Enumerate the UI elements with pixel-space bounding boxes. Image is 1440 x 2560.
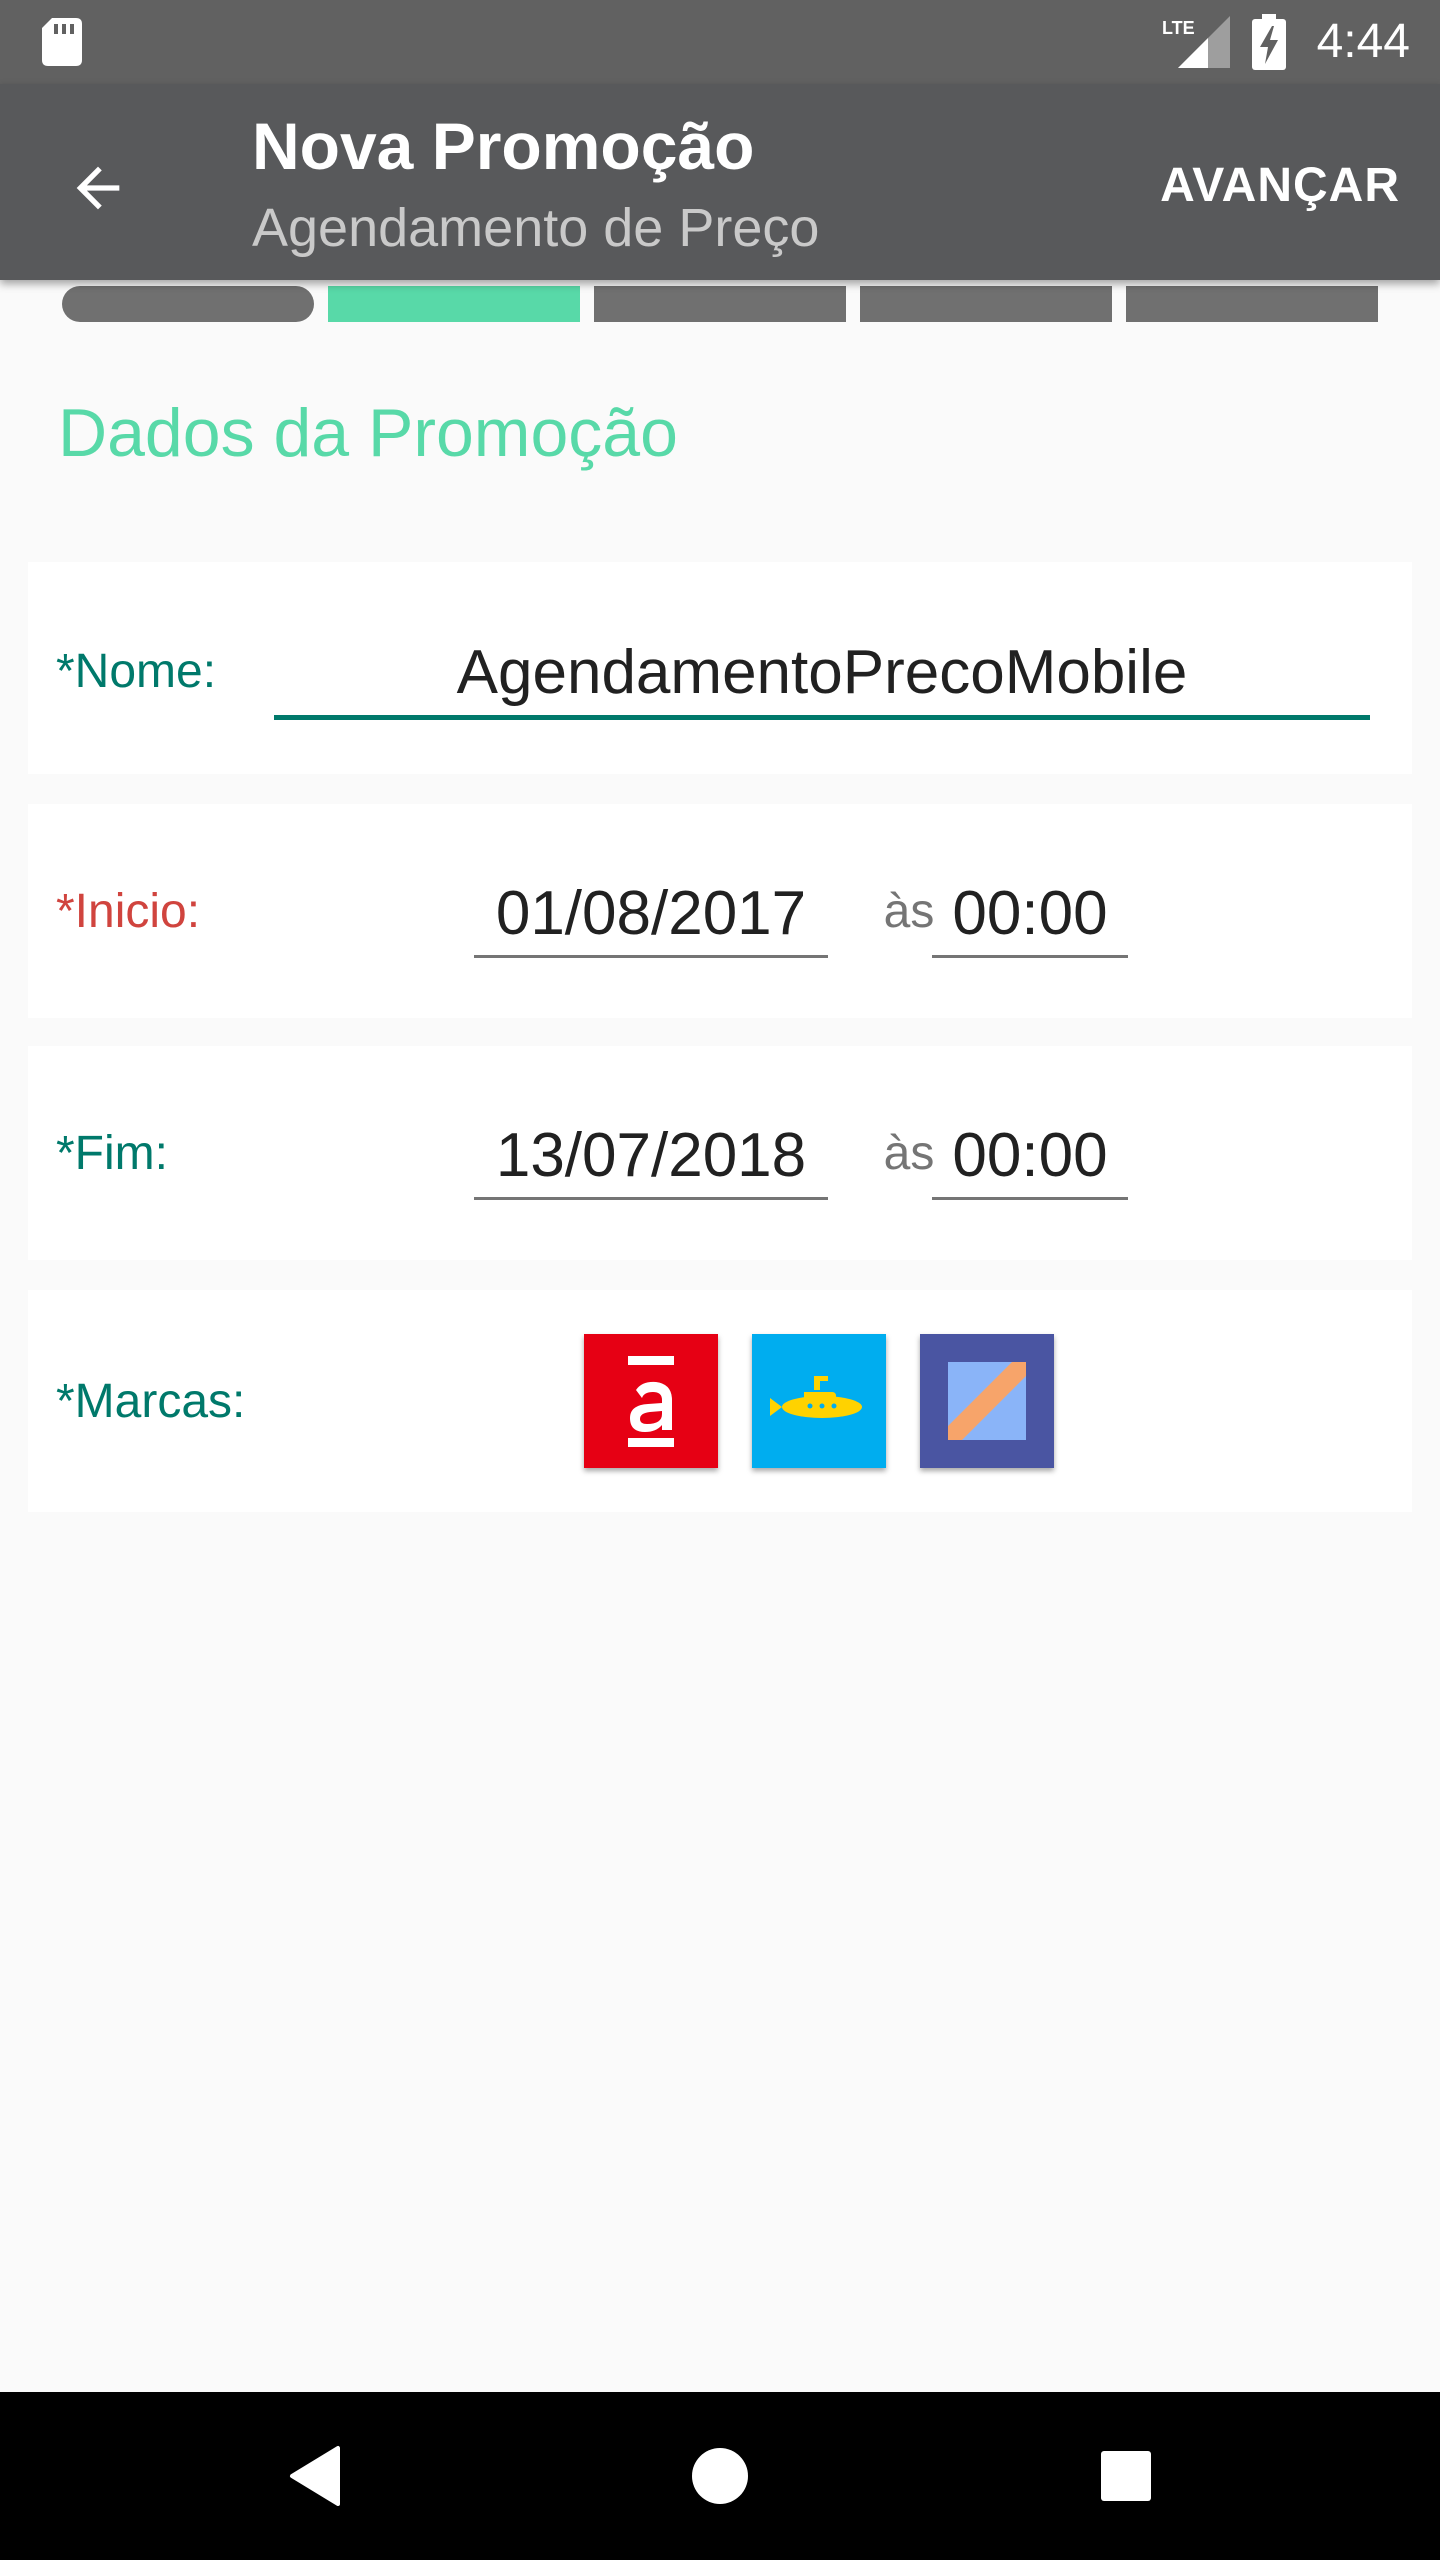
inicio-date-field[interactable]: 01/08/2017 bbox=[474, 872, 828, 958]
brand-shoptime-button[interactable] bbox=[920, 1334, 1054, 1468]
nav-recents-button[interactable] bbox=[1078, 2428, 1174, 2524]
nome-input[interactable] bbox=[274, 630, 1370, 720]
inicio-label: *Inicio: bbox=[56, 885, 201, 938]
app-bar: Nova Promoção Agendamento de Preço AVANÇ… bbox=[0, 84, 1440, 280]
nome-label: *Nome: bbox=[56, 645, 217, 698]
status-bar: LTE 4:44 bbox=[0, 0, 1440, 84]
step-2 bbox=[328, 286, 580, 322]
page-title: Nova Promoção bbox=[252, 109, 755, 183]
back-button[interactable] bbox=[50, 140, 146, 236]
step-indicator bbox=[62, 286, 1378, 322]
step-4 bbox=[860, 286, 1112, 322]
status-time: 4:44 bbox=[1316, 15, 1410, 68]
step-3 bbox=[594, 286, 846, 322]
nav-back-button[interactable] bbox=[268, 2428, 364, 2524]
submarino-logo-icon bbox=[770, 1376, 862, 1418]
next-button[interactable]: AVANÇAR bbox=[1160, 146, 1400, 226]
shoptime-logo-icon bbox=[948, 1362, 1026, 1440]
nav-back-icon bbox=[290, 2446, 340, 2506]
lte-signal-icon: LTE bbox=[1162, 16, 1230, 68]
arrow-back-icon bbox=[76, 166, 120, 210]
nome-card: *Nome: bbox=[28, 562, 1412, 774]
americanas-logo-icon bbox=[628, 1356, 674, 1447]
battery-charging-icon bbox=[1252, 14, 1286, 70]
marcas-label: *Marcas: bbox=[56, 1375, 246, 1428]
inicio-card: *Inicio: 01/08/2017 às 00:00 bbox=[28, 804, 1412, 1018]
inicio-time-field[interactable]: 00:00 bbox=[932, 872, 1128, 958]
nav-recents-icon bbox=[1101, 2451, 1151, 2501]
marcas-card: *Marcas: bbox=[28, 1290, 1412, 1512]
page-subtitle: Agendamento de Preço bbox=[252, 198, 820, 258]
fim-card: *Fim: 13/07/2018 às 00:00 bbox=[28, 1046, 1412, 1260]
brand-americanas-button[interactable] bbox=[584, 1334, 718, 1468]
sd-card-icon bbox=[42, 18, 82, 66]
step-5 bbox=[1126, 286, 1378, 322]
lte-label: LTE bbox=[1162, 18, 1195, 38]
brand-submarino-button[interactable] bbox=[752, 1334, 886, 1468]
section-title: Dados da Promoção bbox=[58, 395, 678, 471]
fim-time-field[interactable]: 00:00 bbox=[932, 1114, 1128, 1200]
nav-home-button[interactable] bbox=[672, 2428, 768, 2524]
fim-date-field[interactable]: 13/07/2018 bbox=[474, 1114, 828, 1200]
fim-label: *Fim: bbox=[56, 1127, 168, 1180]
nav-home-icon bbox=[692, 2448, 748, 2504]
step-1 bbox=[62, 286, 314, 322]
navigation-bar bbox=[0, 2392, 1440, 2560]
